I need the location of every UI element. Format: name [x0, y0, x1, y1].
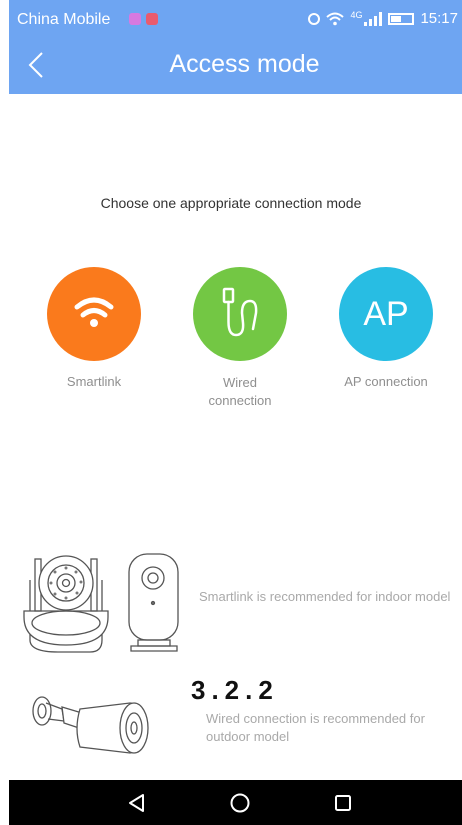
ethernet-cable-icon [222, 287, 258, 337]
wired-mode-button[interactable] [193, 267, 287, 361]
notification-icon [146, 13, 158, 25]
nav-recent-apps-icon[interactable] [332, 792, 354, 814]
clock: 15:17 [420, 10, 458, 27]
signal-icon [364, 11, 383, 26]
notification-icon [129, 13, 141, 25]
network-type: 4G [350, 10, 363, 20]
version-label: 3.2.2 [191, 675, 279, 705]
alarm-icon [308, 12, 321, 25]
outdoor-camera-illustration [32, 696, 149, 754]
carrier-label: China Mobile [17, 11, 111, 28]
ap-label: AP connection [344, 374, 428, 389]
wifi-icon [74, 297, 114, 327]
smartlink-label: Smartlink [66, 374, 122, 389]
smartlink-mode-button[interactable] [47, 267, 141, 361]
wired-hint: Wired connection is recommended for outd… [206, 711, 425, 744]
ap-icon: AP [363, 295, 409, 333]
status-icons: 4G 15:17 [308, 10, 458, 27]
nav-home-icon[interactable] [229, 792, 251, 814]
status-bar: China Mobile 4G 15:17 [9, 0, 462, 38]
wired-label: Wired connection [208, 375, 272, 408]
wifi-status-icon [326, 12, 345, 25]
page-title: Access mode [169, 50, 320, 78]
ap-mode-button[interactable]: AP [339, 267, 433, 361]
nav-back-icon[interactable] [126, 792, 148, 814]
battery-icon [388, 12, 415, 25]
app-header: China Mobile 4G 15:17 Access mode [9, 0, 462, 94]
indoor-camera-illustration [23, 553, 179, 653]
system-nav-bar [9, 780, 462, 825]
smartlink-hint: Smartlink is recommended for indoor mode… [199, 589, 451, 604]
instruction-text: Choose one appropriate connection mode [100, 195, 362, 211]
